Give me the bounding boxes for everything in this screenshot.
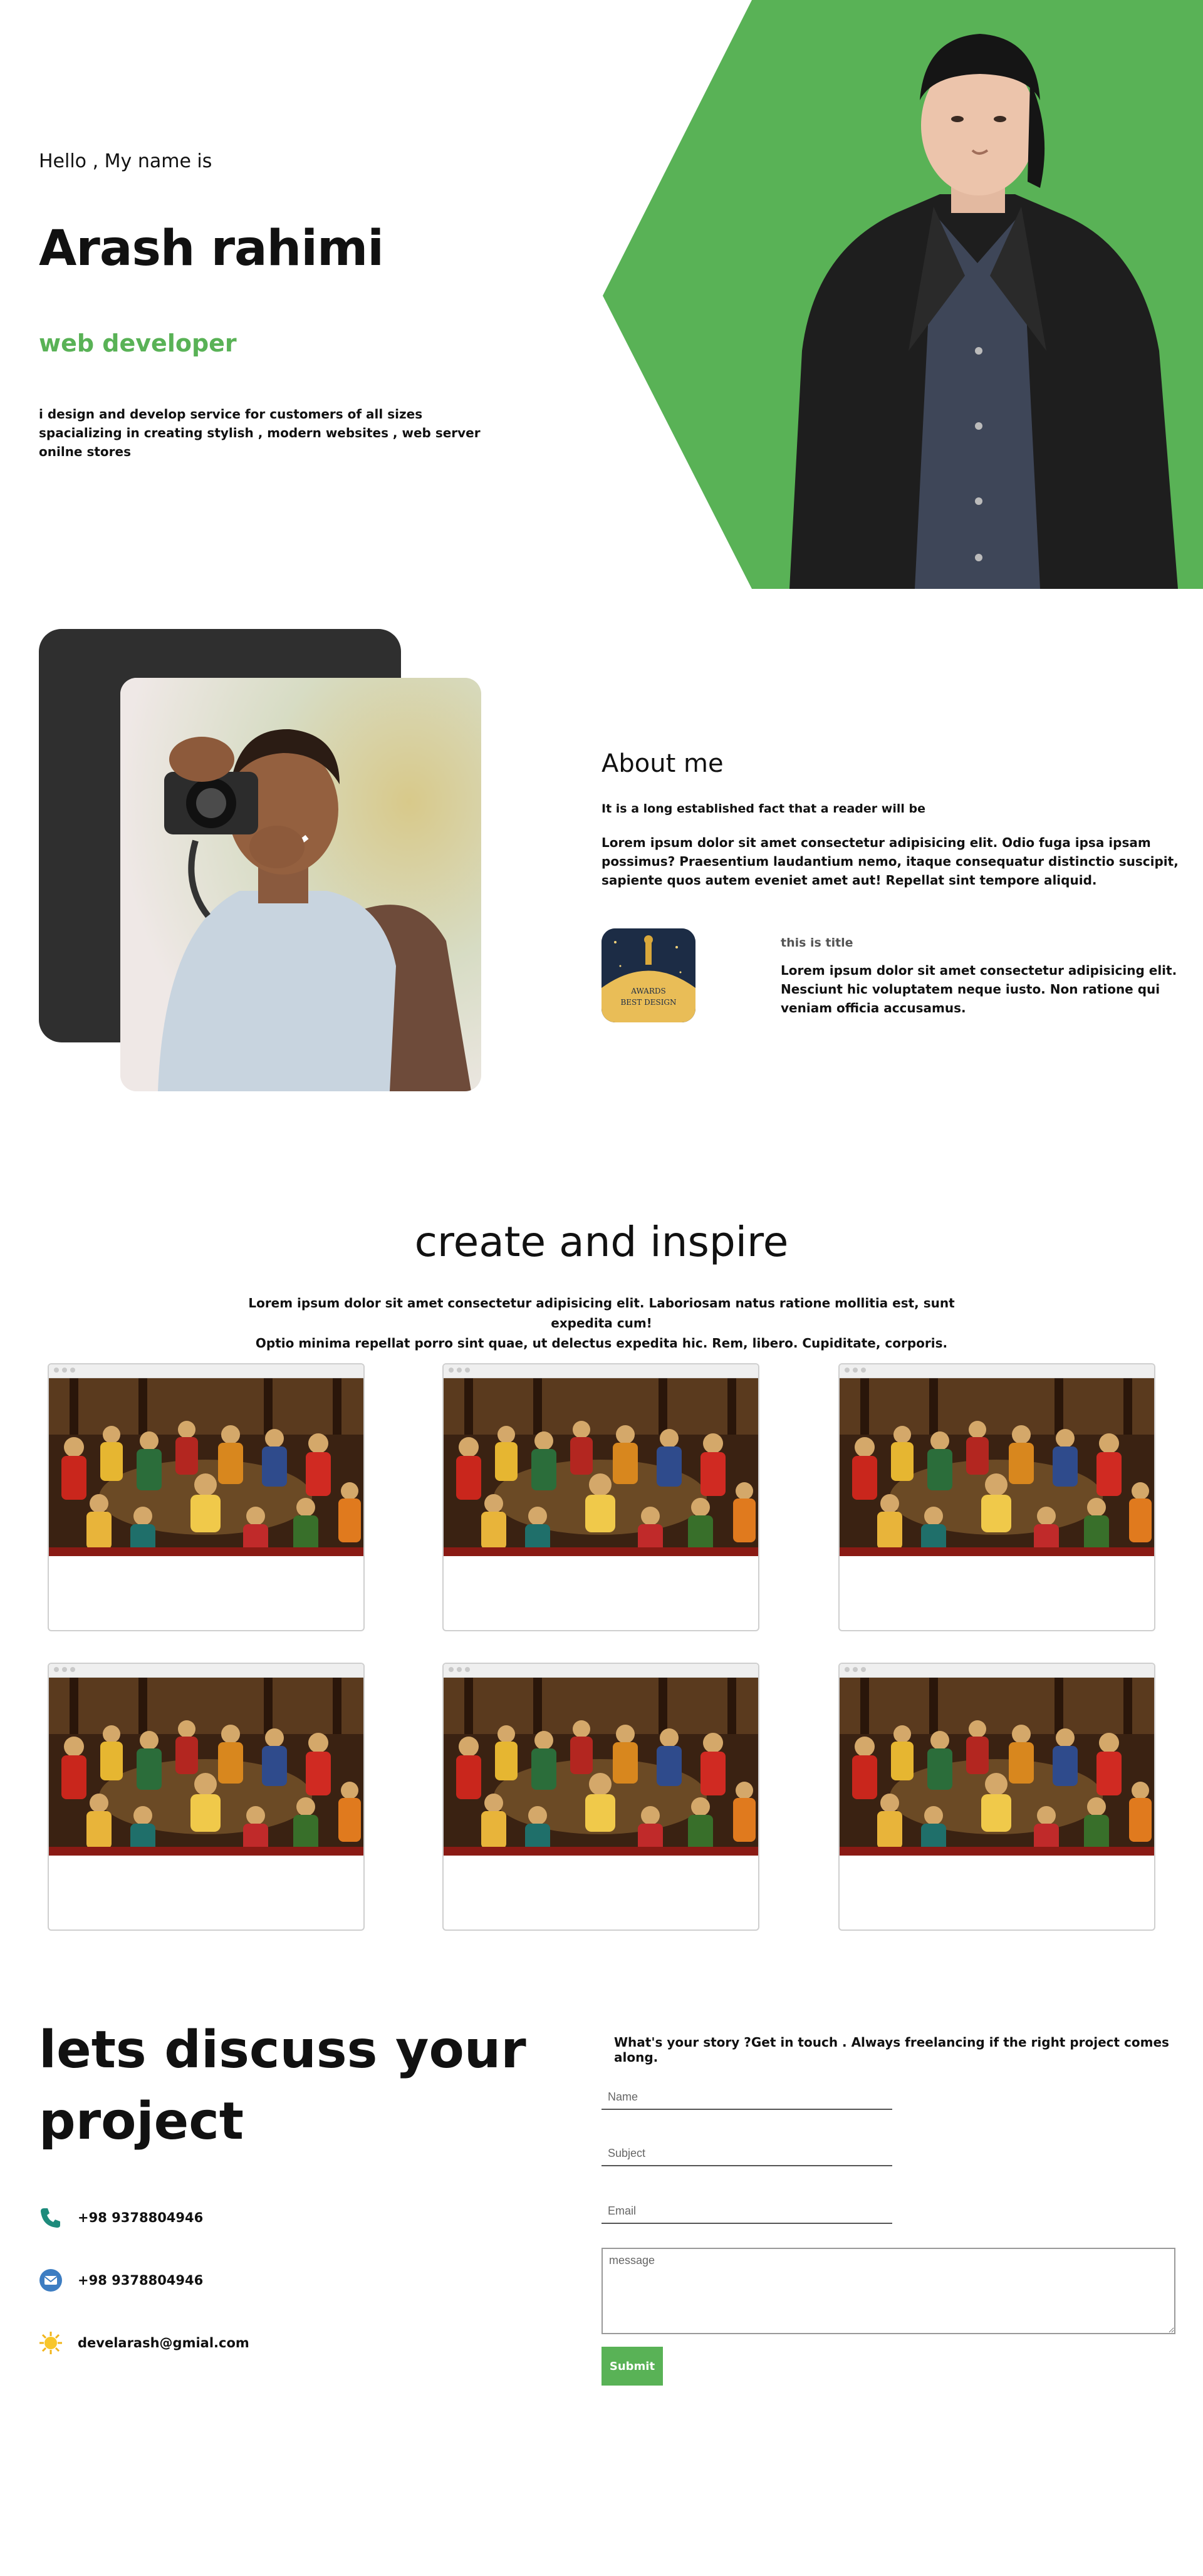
window-dot — [853, 1368, 858, 1373]
hero-section: Hello , My name is Arash rahimi web deve… — [0, 0, 1203, 589]
contact-mail: +98 9378804946 — [78, 2273, 204, 2288]
message-textarea[interactable] — [602, 2248, 1175, 2334]
contact-phone: +98 9378804946 — [78, 2210, 204, 2225]
window-dot — [70, 1368, 75, 1373]
work-title: create and inspire — [414, 1218, 789, 1266]
project-card[interactable] — [838, 1363, 1155, 1631]
window-dot — [845, 1368, 850, 1373]
persian-painting-image — [444, 1378, 758, 1556]
persian-painting-image — [444, 1678, 758, 1856]
browser-bar — [49, 1664, 363, 1678]
window-dot — [845, 1667, 850, 1672]
about-photo — [120, 678, 481, 1091]
browser-bar — [840, 1664, 1154, 1678]
hero-portrait — [789, 34, 1178, 589]
hero-name: Arash rahimi — [39, 221, 384, 277]
hero-description: i design and develop service for custome… — [39, 407, 481, 459]
browser-bar — [49, 1364, 363, 1378]
form-intro: What's your story ?Get in touch . Always… — [614, 2035, 1197, 2065]
window-dot — [449, 1368, 454, 1373]
submit-button[interactable]: Submit — [602, 2347, 663, 2386]
subject-input[interactable] — [602, 2141, 892, 2166]
about-title: About me — [602, 749, 724, 778]
form-intro-bold: What's your story ? — [614, 2035, 751, 2050]
work-description-line1: Lorem ipsum dolor sit amet consectetur a… — [248, 1296, 955, 1331]
sun-icon — [39, 2331, 63, 2355]
project-card[interactable] — [442, 1663, 759, 1931]
window-dot — [853, 1667, 858, 1672]
contact-mail-row[interactable]: +98 9378804946 — [39, 2268, 415, 2293]
persian-painting-image — [840, 1378, 1154, 1556]
award-badge: AWARDS BEST DESIGN — [602, 928, 695, 1022]
window-dot — [62, 1667, 67, 1672]
project-card[interactable] — [838, 1663, 1155, 1931]
email-input[interactable] — [602, 2199, 892, 2224]
project-card[interactable] — [48, 1663, 365, 1931]
window-dot — [54, 1368, 59, 1373]
window-dot — [457, 1667, 462, 1672]
window-dot — [465, 1368, 470, 1373]
project-card[interactable] — [48, 1363, 365, 1631]
hero-greeting: Hello , My name is — [39, 150, 212, 172]
feature-title: this is title — [781, 936, 853, 950]
window-dot — [70, 1667, 75, 1672]
window-dot — [861, 1667, 866, 1672]
project-card[interactable] — [442, 1363, 759, 1631]
persian-painting-image — [49, 1678, 363, 1856]
browser-bar — [840, 1364, 1154, 1378]
window-dot — [62, 1368, 67, 1373]
about-body: Lorem ipsum dolor sit amet consectetur a… — [602, 835, 1179, 888]
badge-line1: AWARDS — [630, 987, 665, 995]
browser-bar — [444, 1364, 758, 1378]
photographer-image — [120, 678, 481, 1091]
work-description: Lorem ipsum dolor sit amet consectetur a… — [226, 1293, 977, 1353]
persian-painting-image — [840, 1678, 1154, 1856]
persian-painting-image — [49, 1378, 363, 1556]
mail-icon — [39, 2268, 63, 2292]
browser-bar — [444, 1664, 758, 1678]
hero-role: web developer — [39, 330, 237, 357]
phone-icon — [39, 2206, 63, 2230]
feature-body: Lorem ipsum dolor sit amet consectetur a… — [781, 963, 1177, 1015]
window-dot — [54, 1667, 59, 1672]
contact-email: develarash@gmial.com — [78, 2335, 249, 2350]
window-dot — [861, 1368, 866, 1373]
work-description-line2: Optio minima repellat porro sint quae, u… — [255, 1336, 948, 1351]
badge-line2: BEST DESIGN — [620, 998, 676, 1007]
contact-title: lets discuss your project — [39, 2020, 526, 2151]
window-dot — [457, 1368, 462, 1373]
name-input[interactable] — [602, 2085, 892, 2110]
contact-phone-row[interactable]: +98 9378804946 — [39, 2205, 415, 2230]
contact-email-row[interactable]: develarash@gmial.com — [39, 2330, 415, 2355]
window-dot — [465, 1667, 470, 1672]
window-dot — [449, 1667, 454, 1672]
about-lead: It is a long established fact that a rea… — [602, 802, 925, 816]
